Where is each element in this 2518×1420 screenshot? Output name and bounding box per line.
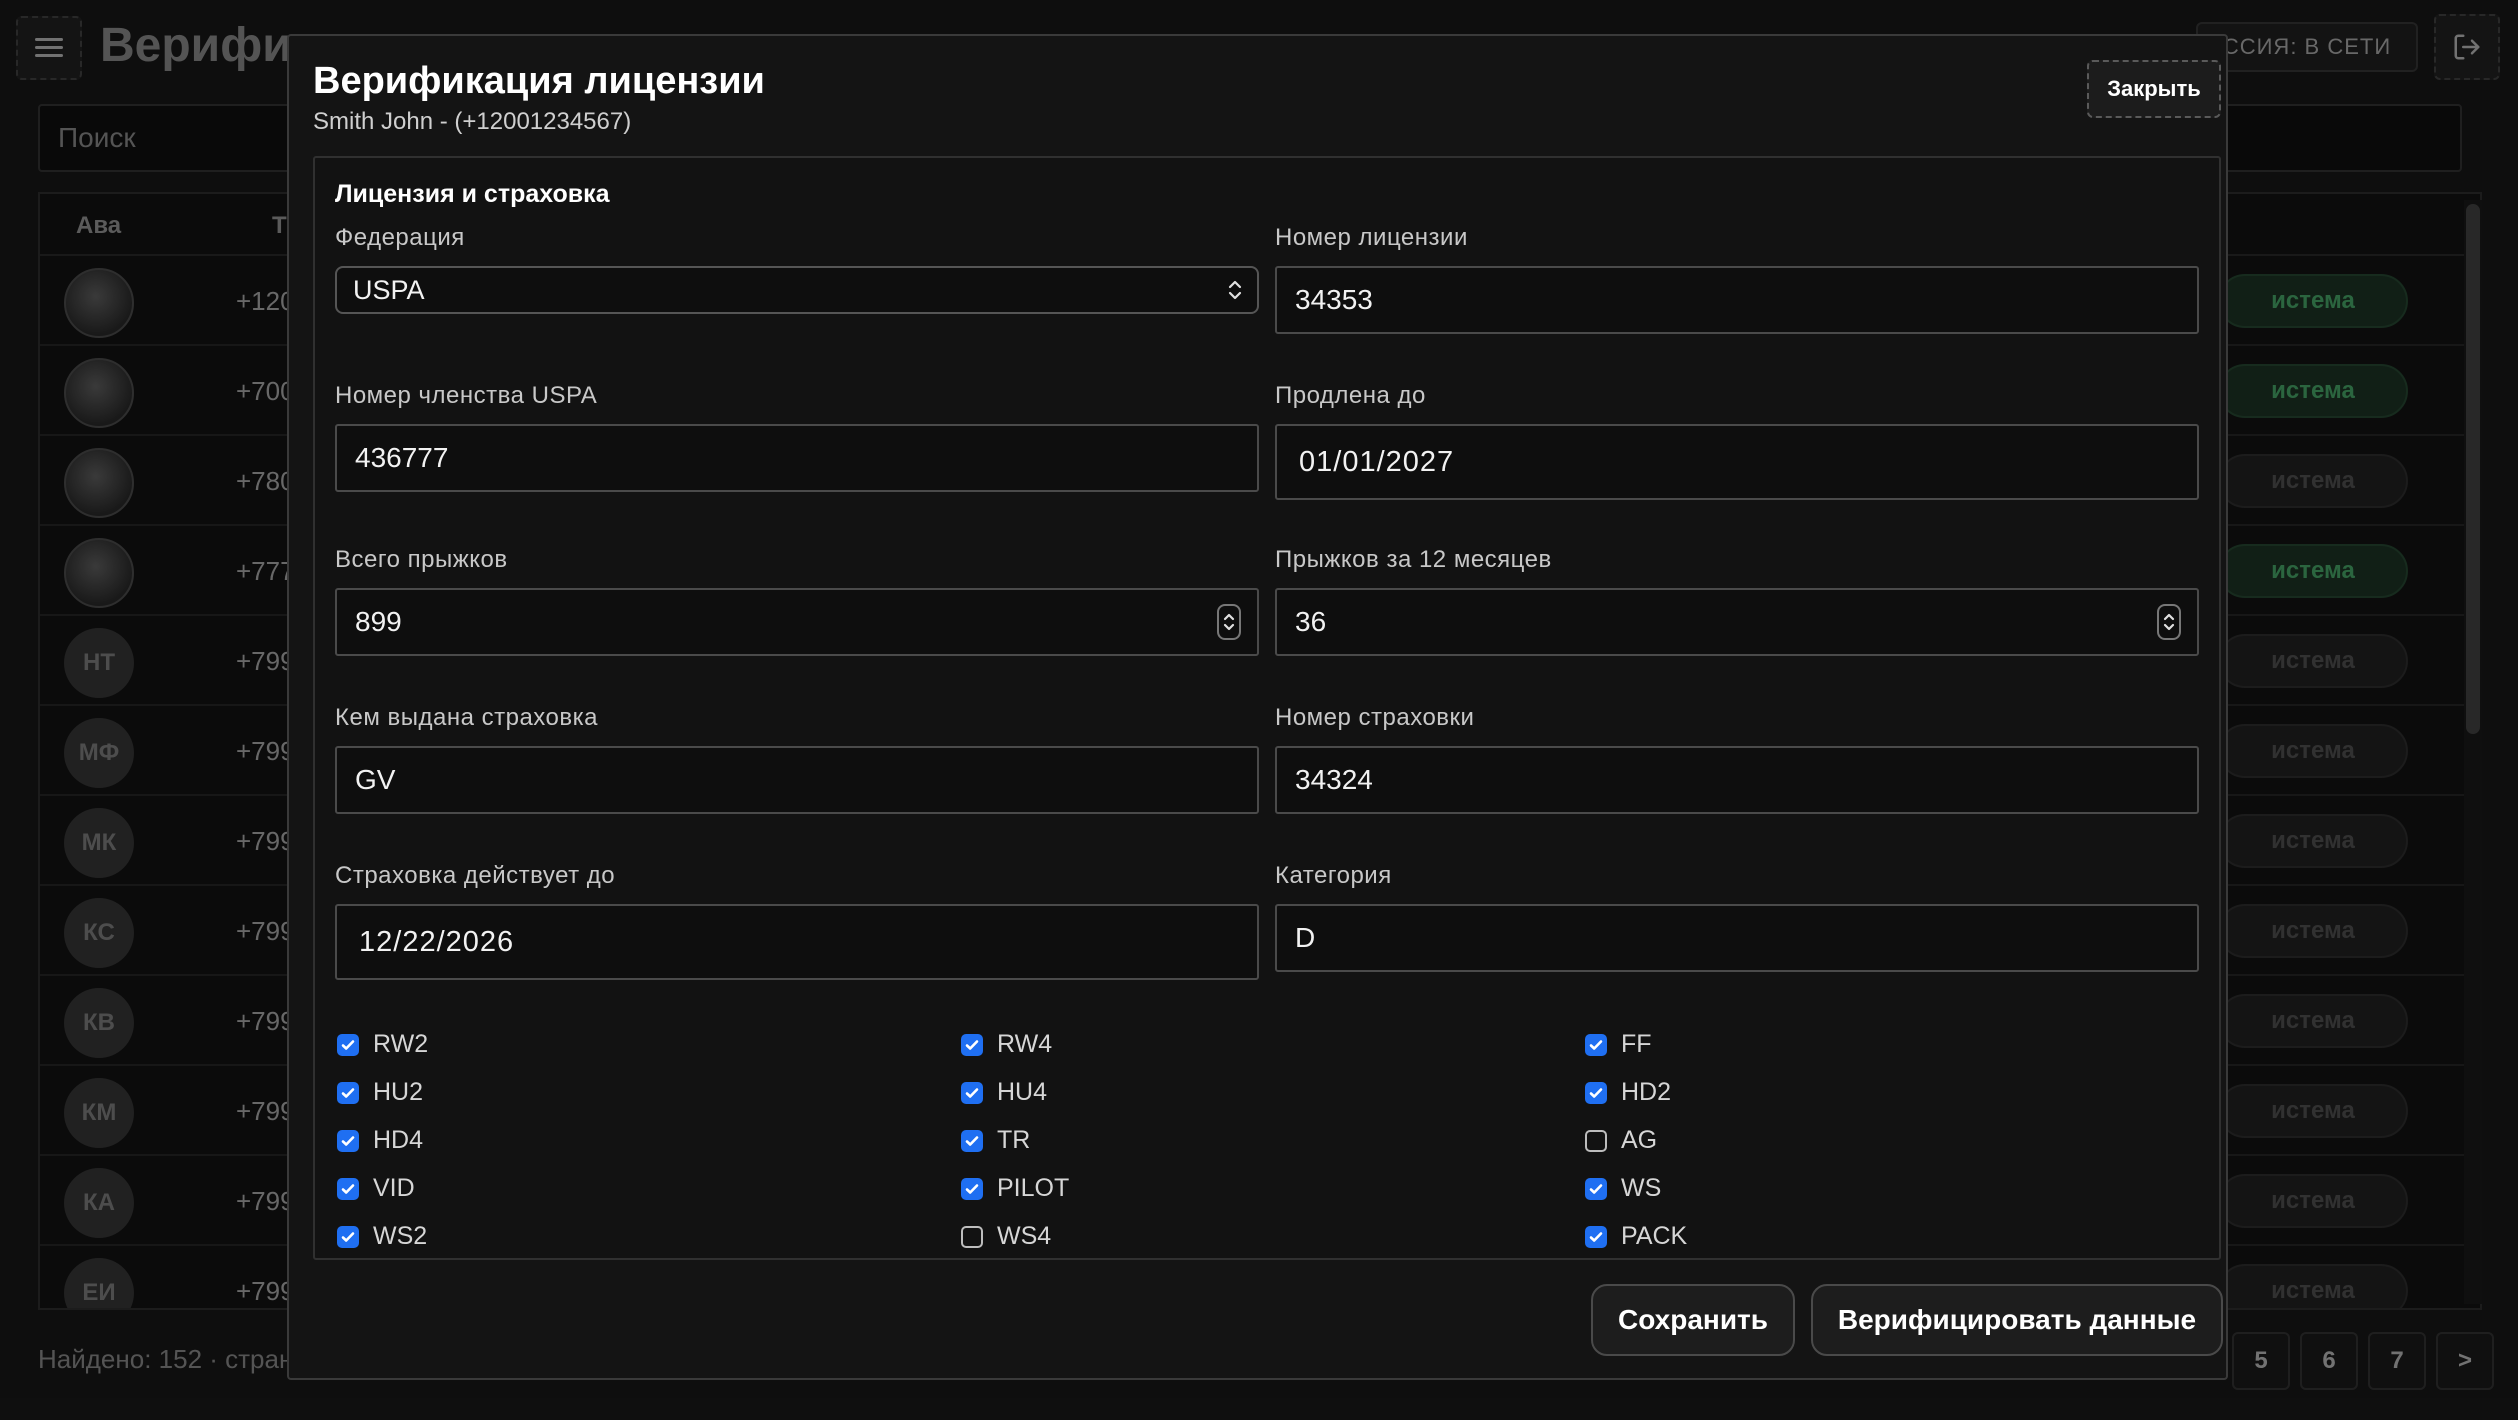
rating-checkbox-ff[interactable]: FF <box>1585 1030 1652 1059</box>
rating-checkbox-hd2[interactable]: HD2 <box>1585 1078 1671 1107</box>
verify-data-button[interactable]: Верифицировать данные <box>1811 1284 2223 1356</box>
jumps-12-months-input[interactable]: 36 <box>1275 588 2199 656</box>
renewed-until-label: Продлена до <box>1275 382 1426 409</box>
checkbox-checked-icon[interactable] <box>1585 1225 1607 1248</box>
rating-checkbox-ws2[interactable]: WS2 <box>337 1222 427 1251</box>
checkbox-checked-icon[interactable] <box>337 1177 359 1200</box>
number-stepper-icon[interactable] <box>1217 604 1241 640</box>
rating-label: HU4 <box>997 1078 1048 1106</box>
jumps-12-months-label: Прыжков за 12 месяцев <box>1275 546 1552 573</box>
checkbox-checked-icon[interactable] <box>337 1225 359 1248</box>
checkbox-checked-icon[interactable] <box>1585 1081 1607 1104</box>
federation-select[interactable]: USPA <box>335 266 1259 314</box>
insurance-valid-until-label: Страховка действует до <box>335 862 616 889</box>
federation-field: Федерация USPA <box>335 224 1259 314</box>
rating-checkbox-tr[interactable]: TR <box>961 1126 1030 1155</box>
rating-label: HD4 <box>373 1126 424 1154</box>
rating-checkbox-rw2[interactable]: RW2 <box>337 1030 428 1059</box>
renewed-until-field: Продлена до 01/01/2027 <box>1275 382 2199 500</box>
jumps-12-months-value: 36 <box>1295 606 1327 637</box>
rating-label: RW2 <box>373 1030 429 1058</box>
checkbox-unchecked-icon[interactable] <box>1585 1129 1607 1152</box>
chevron-up-down-icon <box>1228 280 1242 300</box>
insurance-number-input[interactable]: 34324 <box>1275 746 2199 814</box>
license-verification-modal: Верификация лицензии Smith John - (+1200… <box>287 34 2228 1380</box>
rating-label: WS <box>1621 1174 1662 1202</box>
rating-checkbox-hu2[interactable]: HU2 <box>337 1078 423 1107</box>
total-jumps-input[interactable]: 899 <box>335 588 1259 656</box>
insurer-label: Кем выдана страховка <box>335 704 599 731</box>
checkbox-checked-icon[interactable] <box>961 1033 983 1056</box>
checkbox-checked-icon[interactable] <box>1585 1033 1607 1056</box>
total-jumps-label: Всего прыжков <box>335 546 508 573</box>
modal-title: Верификация лицензии <box>313 60 765 102</box>
save-button[interactable]: Сохранить <box>1591 1284 1795 1356</box>
rating-label: FF <box>1621 1030 1652 1058</box>
checkbox-checked-icon[interactable] <box>961 1177 983 1200</box>
membership-number-label: Номер членства USPA <box>335 382 598 409</box>
category-input[interactable]: D <box>1275 904 2199 972</box>
rating-label: WS2 <box>373 1222 428 1250</box>
membership-number-field: Номер членства USPA 436777 <box>335 382 1259 492</box>
rating-label: TR <box>997 1126 1031 1154</box>
section-title: Лицензия и страховка <box>335 180 610 208</box>
license-number-field: Номер лицензии 34353 <box>1275 224 2199 334</box>
rating-checkbox-ws[interactable]: WS <box>1585 1174 1661 1203</box>
insurer-field: Кем выдана страховка GV <box>335 704 1259 814</box>
modal-subtitle: Smith John - (+12001234567) <box>313 108 632 135</box>
rating-label: WS4 <box>997 1222 1052 1250</box>
rating-checkbox-ag[interactable]: AG <box>1585 1126 1657 1155</box>
rating-checkbox-hd4[interactable]: HD4 <box>337 1126 423 1155</box>
checkbox-unchecked-icon[interactable] <box>961 1225 983 1248</box>
membership-number-input[interactable]: 436777 <box>335 424 1259 492</box>
federation-value: USPA <box>353 274 425 305</box>
insurance-number-label: Номер страховки <box>1275 704 1475 731</box>
total-jumps-value: 899 <box>355 606 402 637</box>
rating-checkbox-pack[interactable]: PACK <box>1585 1222 1687 1251</box>
license-number-input[interactable]: 34353 <box>1275 266 2199 334</box>
rating-label: VID <box>373 1174 415 1202</box>
checkbox-checked-icon[interactable] <box>961 1129 983 1152</box>
checkbox-checked-icon[interactable] <box>1585 1177 1607 1200</box>
license-insurance-section: Лицензия и страховка Федерация USPA Номе… <box>313 156 2221 1260</box>
checkbox-checked-icon[interactable] <box>337 1129 359 1152</box>
rating-checkbox-pilot[interactable]: PILOT <box>961 1174 1069 1203</box>
rating-checkbox-ws4[interactable]: WS4 <box>961 1222 1051 1251</box>
rating-label: AG <box>1621 1126 1658 1154</box>
rating-label: HU2 <box>373 1078 424 1106</box>
number-stepper-icon[interactable] <box>2157 604 2181 640</box>
insurance-valid-until-date-input[interactable]: 12/22/2026 <box>335 904 1259 980</box>
renewed-until-date-input[interactable]: 01/01/2027 <box>1275 424 2199 500</box>
rating-checkbox-rw4[interactable]: RW4 <box>961 1030 1052 1059</box>
rating-label: HD2 <box>1621 1078 1672 1106</box>
checkbox-checked-icon[interactable] <box>961 1081 983 1104</box>
rating-checkbox-hu4[interactable]: HU4 <box>961 1078 1047 1107</box>
license-number-label: Номер лицензии <box>1275 224 1468 251</box>
insurance-valid-until-field: Страховка действует до 12/22/2026 <box>335 862 1259 980</box>
rating-label: RW4 <box>997 1030 1053 1058</box>
rating-checkbox-vid[interactable]: VID <box>337 1174 415 1203</box>
rating-label: PACK <box>1621 1222 1688 1250</box>
insurance-number-field: Номер страховки 34324 <box>1275 704 2199 814</box>
total-jumps-field: Всего прыжков 899 <box>335 546 1259 656</box>
category-field: Категория D <box>1275 862 2199 972</box>
jumps-12-months-field: Прыжков за 12 месяцев 36 <box>1275 546 2199 656</box>
checkbox-checked-icon[interactable] <box>337 1081 359 1104</box>
insurer-input[interactable]: GV <box>335 746 1259 814</box>
checkbox-checked-icon[interactable] <box>337 1033 359 1056</box>
close-button[interactable]: Закрыть <box>2087 60 2221 118</box>
federation-label: Федерация <box>335 224 465 251</box>
rating-label: PILOT <box>997 1174 1070 1202</box>
category-label: Категория <box>1275 862 1392 889</box>
